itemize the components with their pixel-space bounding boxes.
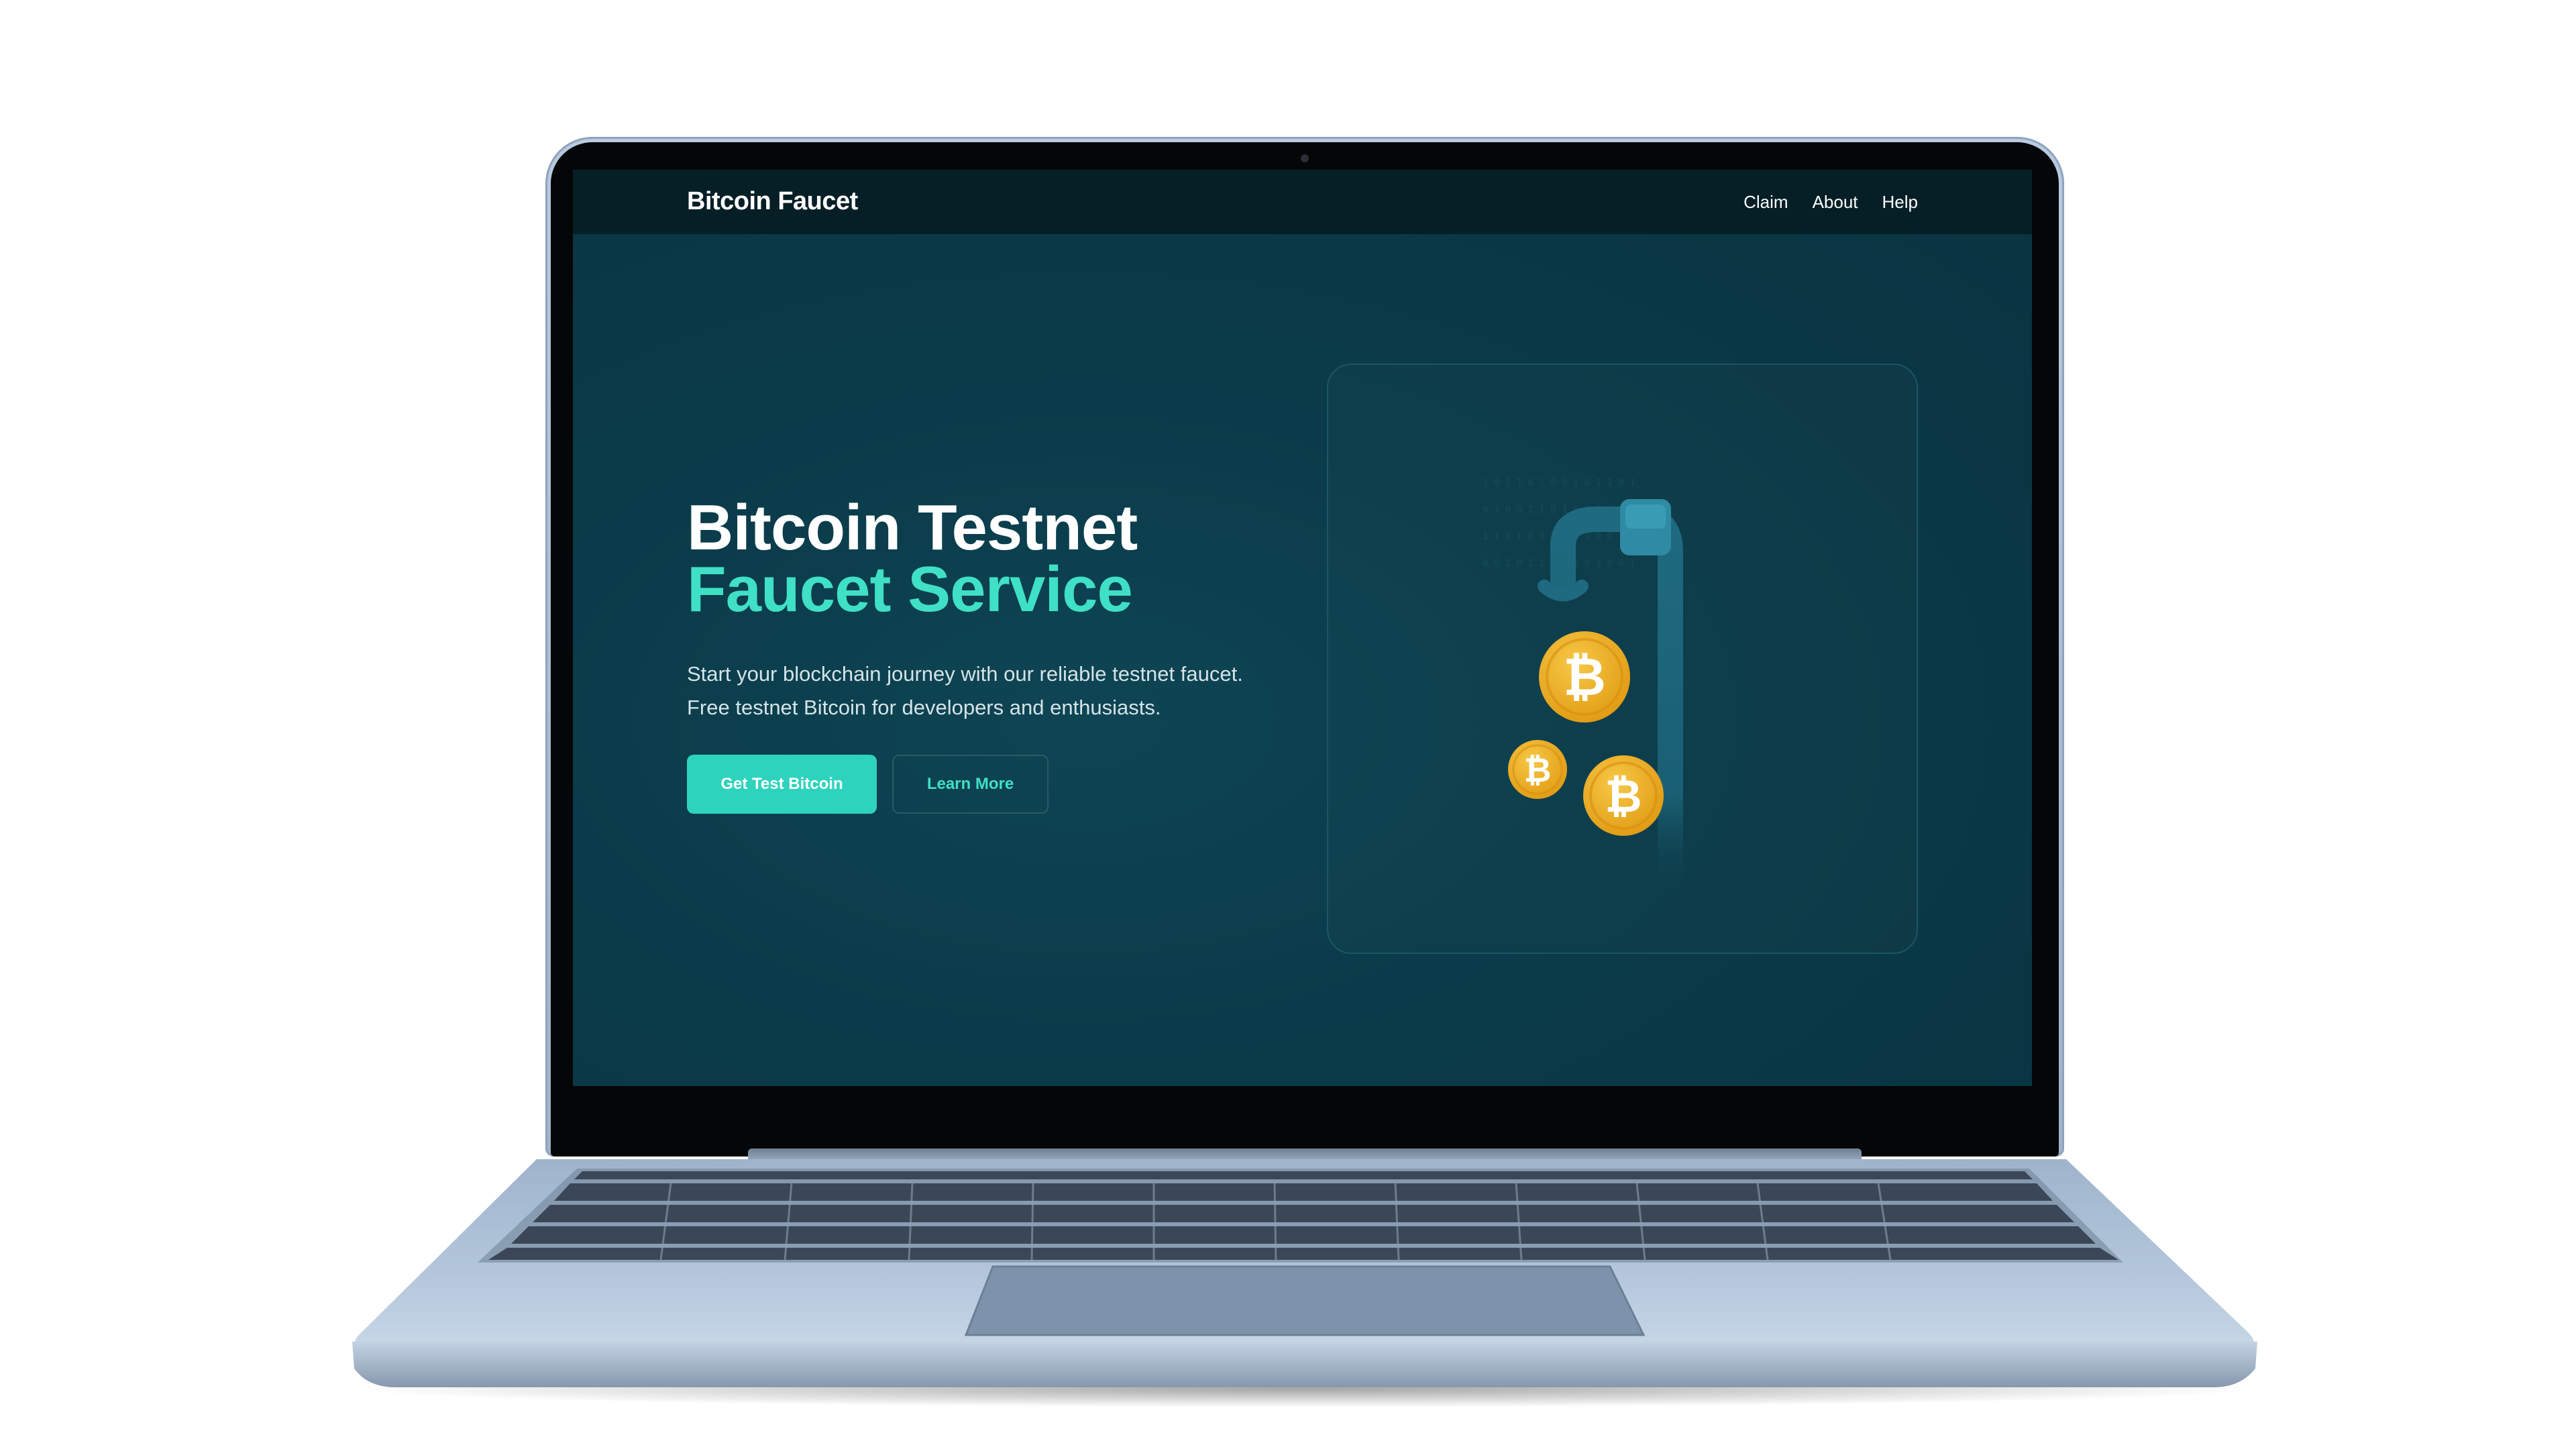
faucet-illustration: 1 0 1 1 0 1 0 0 1 0 1 1 0 1 0 1 0 0 1 1 … bbox=[1483, 478, 1683, 901]
trackpad bbox=[964, 1265, 1646, 1336]
hero-title: Bitcoin Testnet Faucet Service bbox=[687, 492, 1138, 625]
hero-subtitle-line-2: Free testnet Bitcoin for developers and … bbox=[687, 696, 1161, 719]
hero-title-line-2: Faucet Service bbox=[687, 553, 1133, 625]
faucet-illustration-card: 1 0 1 1 0 1 0 0 1 0 1 1 0 1 0 1 0 0 1 1 … bbox=[1327, 364, 1918, 954]
get-test-bitcoin-button[interactable]: Get Test Bitcoin bbox=[687, 755, 877, 814]
hero-subtitle-line-1: Start your blockchain journey with our r… bbox=[687, 662, 1243, 686]
site-header: Bitcoin Faucet Claim About Help bbox=[573, 170, 2032, 234]
laptop-mockup-scene: Bitcoin Faucet Claim About Help Bitcoin … bbox=[0, 0, 2576, 1449]
main-nav: Claim About Help bbox=[1743, 192, 1918, 213]
svg-text:₿: ₿ bbox=[1605, 770, 1642, 823]
svg-text:₿: ₿ bbox=[1524, 751, 1552, 790]
svg-text:1 0 1 1 0 1 0 0 1 0 1 1 0 1: 1 0 1 1 0 1 0 0 1 0 1 1 0 1 bbox=[1483, 478, 1635, 488]
bitcoin-coin-icon: ₿ bbox=[1583, 755, 1664, 836]
nav-link-about[interactable]: About bbox=[1813, 192, 1858, 213]
site-logo[interactable]: Bitcoin Faucet bbox=[687, 187, 858, 216]
website-screen: Bitcoin Faucet Claim About Help Bitcoin … bbox=[573, 170, 2032, 1086]
keyboard bbox=[488, 1171, 2118, 1260]
hero-subtitle: Start your blockchain journey with our r… bbox=[687, 657, 1358, 724]
bitcoin-coin-icon: ₿ bbox=[1539, 631, 1630, 722]
laptop-hinge bbox=[748, 1148, 1862, 1163]
learn-more-button[interactable]: Learn More bbox=[892, 755, 1049, 814]
webcam bbox=[1301, 154, 1309, 162]
bitcoin-coin-icon: ₿ bbox=[1508, 740, 1567, 799]
hero-title-line-1: Bitcoin Testnet bbox=[687, 492, 1138, 564]
nav-link-help[interactable]: Help bbox=[1882, 192, 1918, 213]
nav-link-claim[interactable]: Claim bbox=[1743, 192, 1788, 213]
svg-text:₿: ₿ bbox=[1563, 647, 1606, 708]
